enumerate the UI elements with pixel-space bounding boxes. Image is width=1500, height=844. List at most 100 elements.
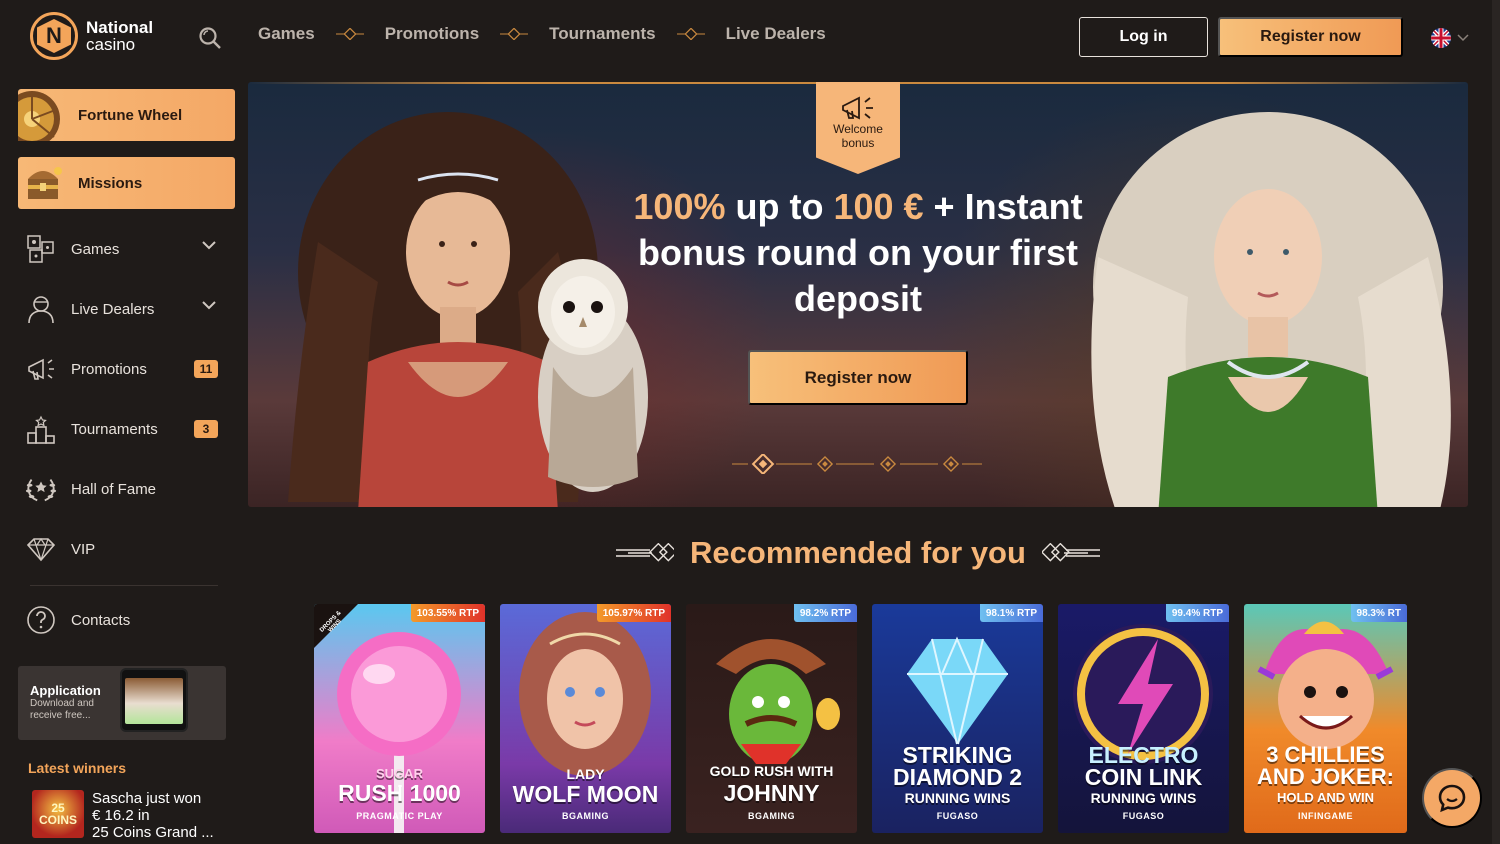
treasure-chest-icon <box>28 167 62 199</box>
rtp-badge: 99.4% RTP <box>1165 604 1229 622</box>
podium-icon <box>24 412 58 446</box>
recommended-title: Recommended for you <box>690 535 1026 570</box>
welcome-tag-line2: bonus <box>841 136 875 150</box>
games-icon <box>24 232 58 266</box>
header: N National casino Games Promotions Tourn… <box>0 0 1500 76</box>
chat-bubble-icon <box>1438 784 1466 813</box>
banner-headline: 100% up to 100 € + Instant bonus round o… <box>608 184 1108 322</box>
topnav-tournaments[interactable]: Tournaments <box>549 24 655 44</box>
help-question-icon <box>24 603 58 637</box>
game-title-small: GOLD RUSH WITH <box>709 763 834 779</box>
tournaments-count-badge: 3 <box>194 420 218 438</box>
winner-line-2: € 16.2 in <box>92 807 150 824</box>
topnav-promotions[interactable]: Promotions <box>385 24 479 44</box>
sidebar-item-vip[interactable]: VIP <box>24 529 224 569</box>
title-ornament-left-icon <box>616 543 675 562</box>
brand-name-line1: National <box>86 18 154 37</box>
topnav-live-dealers[interactable]: Live Dealers <box>726 24 826 44</box>
game-title-small: SUGAR <box>376 766 423 781</box>
search-icon[interactable] <box>198 26 222 50</box>
diamond-separator-icon <box>500 28 529 40</box>
rtp-badge: 98.2% RTP <box>793 604 857 622</box>
game-provider: FUGASO <box>1122 811 1165 821</box>
uk-flag-icon <box>1431 28 1451 48</box>
rtp-badge: 105.97% RTP <box>596 604 671 622</box>
winner-line-1: Sascha just won <box>92 790 202 807</box>
sidebar-item-label: Tournaments <box>71 420 158 438</box>
top-navigation: Games Promotions Tournaments Live Dealer… <box>258 24 826 44</box>
headline-percent: 100% <box>633 186 726 227</box>
live-dealer-icon <box>24 292 58 326</box>
game-tile-electro-coin-link[interactable]: 99.4% RTP ELECTRO COIN LINK RUNNING WINS… <box>1058 604 1229 833</box>
sidebar-item-label: Contacts <box>71 611 131 629</box>
latest-winner-item[interactable]: 25 COINS Sascha just won € 16.2 in 25 Co… <box>32 790 214 841</box>
welcome-banner[interactable]: Welcome bonus 100% up to 100 € + Instant… <box>248 82 1468 507</box>
brand-logo[interactable]: N National casino <box>30 12 153 60</box>
game-tile-striking-diamond[interactable]: 98.1% RTP STRIKING DIAMOND 2 RUNNING WIN… <box>872 604 1043 833</box>
sidebar-item-contacts[interactable]: Contacts <box>24 600 224 640</box>
game-title-big: RUSH 1000 <box>338 780 461 806</box>
diamond-icon <box>24 532 58 566</box>
rtp-badge: 98.3% RT <box>1350 604 1407 622</box>
nav-separator <box>315 28 385 40</box>
game-provider: BGAMING <box>562 811 609 821</box>
winner-line-3: 25 Coins Grand ... <box>92 824 214 841</box>
banner-register-button[interactable]: Register now <box>748 350 968 405</box>
title-ornament-right-icon <box>1041 543 1100 562</box>
live-chat-button[interactable] <box>1422 768 1482 828</box>
game-provider: FUGASO <box>936 811 979 821</box>
missions-label: Missions <box>78 174 143 192</box>
game-title-sub: RUNNING WINS <box>1090 790 1197 806</box>
register-button[interactable]: Register now <box>1218 17 1403 57</box>
topnav-games[interactable]: Games <box>258 24 315 44</box>
sidebar-item-tournaments[interactable]: Tournaments 3 <box>24 409 224 449</box>
game-title-big: AND JOKER: <box>1257 764 1394 789</box>
fortune-wheel-label: Fortune Wheel <box>78 106 183 124</box>
promotions-count-badge: 11 <box>194 360 218 378</box>
game-tile-gold-rush-johnny[interactable]: 98.2% RTP GOLD RUSH WITH JOHNNY BGAMING <box>686 604 857 833</box>
sidebar-item-promotions[interactable]: Promotions 11 <box>24 349 224 389</box>
sidebar: Fortune Wheel Missions Games Live Dealer… <box>0 80 245 844</box>
sidebar-item-label: Live Dealers <box>71 300 155 318</box>
game-title-sub: RUNNING WINS <box>904 790 1011 806</box>
game-tile-3-chillies-and-joker[interactable]: 98.3% RT 3 CHILLIES AND JOKER: HOLD AND … <box>1244 604 1407 833</box>
sidebar-item-games[interactable]: Games <box>24 229 224 269</box>
nav-separator <box>479 28 549 40</box>
login-button[interactable]: Log in <box>1079 17 1208 57</box>
sorceress-right-illustration <box>1091 112 1451 507</box>
app-card-subtitle: Download and receive free... <box>30 698 94 721</box>
fortune-wheel-icon <box>18 91 60 141</box>
page-scrollbar[interactable] <box>1492 0 1500 844</box>
game-provider: INFINGAME <box>1298 811 1353 821</box>
logo-badge-icon: N <box>30 12 78 60</box>
missions-button[interactable]: Missions <box>18 157 235 209</box>
brand-name-line2: casino <box>86 35 136 54</box>
game-title-sub: HOLD AND WIN <box>1276 790 1374 805</box>
sidebar-item-label: Games <box>71 240 120 258</box>
game-title-big: COIN LINK <box>1084 764 1203 790</box>
banner-pagination <box>732 454 982 474</box>
headline-up-to: up to <box>725 186 834 227</box>
welcome-bonus-tag: Welcome bonus <box>816 82 900 174</box>
sidebar-item-hall-of-fame[interactable]: Hall of Fame <box>24 469 224 509</box>
language-selector[interactable] <box>1431 28 1469 48</box>
winner-game-thumbnail: 25 COINS <box>32 790 84 838</box>
latest-winners-title: Latest winners <box>28 760 127 776</box>
megaphone-icon <box>842 96 873 120</box>
game-provider: BGAMING <box>748 811 795 821</box>
fortune-wheel-button[interactable]: Fortune Wheel <box>18 89 235 141</box>
chevron-down-icon <box>202 241 216 250</box>
megaphone-icon <box>24 352 58 386</box>
game-tile-lady-wolf-moon[interactable]: 105.97% RTP LADY WOLF MOON BGAMING <box>500 604 671 833</box>
sidebar-item-live-dealers[interactable]: Live Dealers <box>24 289 224 329</box>
winner-info: Sascha just won € 16.2 in 25 Coins Grand… <box>92 790 214 841</box>
game-tile-sugar-rush[interactable]: DROPS & WINS 103.55% RTP SUGAR RUSH 1000… <box>314 604 485 833</box>
logo-letter: N <box>37 19 71 53</box>
rtp-badge: 103.55% RTP <box>410 604 485 622</box>
diamond-separator-icon <box>335 28 364 40</box>
app-card-title: Application <box>30 683 101 698</box>
sidebar-item-label: Hall of Fame <box>71 480 157 498</box>
chevron-down-icon <box>1457 34 1469 42</box>
app-download-card[interactable]: Application Download and receive free... <box>18 666 226 740</box>
game-title-big: JOHNNY <box>723 780 820 806</box>
